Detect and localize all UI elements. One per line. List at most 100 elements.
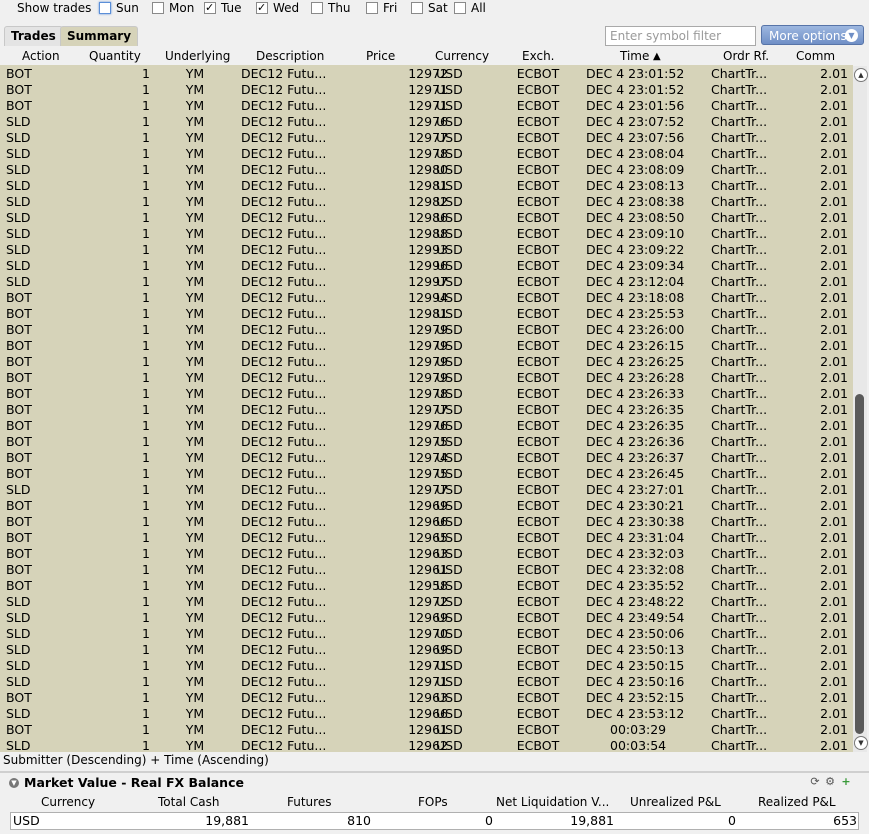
table-row[interactable]: SLD 1 YM DEC12 Futu... 12981 USD ECBOT DEC 4 23… xyxy=(0,178,853,194)
cell-comm: 2.01 xyxy=(820,146,848,161)
mv-cell: 0 xyxy=(728,813,736,828)
refresh-icon[interactable]: ⟳ xyxy=(809,776,821,788)
scroll-down-icon[interactable]: ▼ xyxy=(854,736,868,750)
column-header-currency[interactable]: Currency xyxy=(435,48,489,65)
table-row[interactable]: BOT 1 YM DEC12 Futu... 12979 USD ECBOT DEC 4 23… xyxy=(0,338,853,354)
cell-quantity: 1 xyxy=(142,178,150,193)
column-header-ordr-rf[interactable]: Ordr Rf. xyxy=(723,48,769,65)
table-row[interactable]: SLD 1 YM DEC12 Futu... 12962 USD ECBOT 00:03:54… xyxy=(0,738,853,754)
table-row[interactable]: SLD 1 YM DEC12 Futu... 12982 USD ECBOT DEC 4 23… xyxy=(0,194,853,210)
mv-column-header[interactable]: FOPs xyxy=(418,794,448,811)
mv-column-header[interactable]: Realized P&L xyxy=(758,794,836,811)
cell-underlying: YM xyxy=(185,162,205,177)
vertical-scrollbar[interactable]: ▲ ▼ xyxy=(853,66,868,752)
table-row[interactable]: BOT 1 YM DEC12 Futu... 12976 USD ECBOT DEC 4 23… xyxy=(0,418,853,434)
checkbox-icon[interactable] xyxy=(366,2,378,14)
mv-column-header[interactable]: Net Liquidation V... xyxy=(496,794,609,811)
table-row[interactable]: SLD 1 YM DEC12 Futu... 12997 USD ECBOT DEC 4 23… xyxy=(0,274,853,290)
table-row[interactable]: SLD 1 YM DEC12 Futu... 12970 USD ECBOT DEC 4 23… xyxy=(0,626,853,642)
table-row[interactable]: BOT 1 YM DEC12 Futu... 12994 USD ECBOT DEC 4 23… xyxy=(0,290,853,306)
table-row[interactable]: BOT 1 YM DEC12 Futu... 12963 USD ECBOT DEC 4 23… xyxy=(0,546,853,562)
table-row[interactable]: BOT 1 YM DEC12 Futu... 12977 USD ECBOT DEC 4 23… xyxy=(0,402,853,418)
table-row[interactable]: BOT 1 YM DEC12 Futu... 12975 USD ECBOT DEC 4 23… xyxy=(0,434,853,450)
table-row[interactable]: BOT 1 YM DEC12 Futu... 12981 USD ECBOT DEC 4 23… xyxy=(0,306,853,322)
cell-time: DEC 4 23:27:01 xyxy=(586,482,685,497)
table-row[interactable]: SLD 1 YM DEC12 Futu... 12986 USD ECBOT DEC 4 23… xyxy=(0,210,853,226)
settings-icon[interactable]: ⚙ xyxy=(824,776,836,788)
table-row[interactable]: SLD 1 YM DEC12 Futu... 12988 USD ECBOT DEC 4 23… xyxy=(0,226,853,242)
table-row[interactable]: BOT 1 YM DEC12 Futu... 12975 USD ECBOT DEC 4 23… xyxy=(0,466,853,482)
table-row[interactable]: SLD 1 YM DEC12 Futu... 12969 USD ECBOT DEC 4 23… xyxy=(0,610,853,626)
scroll-up-icon[interactable]: ▲ xyxy=(854,68,868,82)
table-row[interactable]: SLD 1 YM DEC12 Futu... 12971 USD ECBOT DEC 4 23… xyxy=(0,658,853,674)
cell-quantity: 1 xyxy=(142,162,150,177)
cell-ordr-rf: ChartTr... xyxy=(711,210,768,225)
checkbox-icon[interactable] xyxy=(311,2,323,14)
column-header-underlying[interactable]: Underlying xyxy=(165,48,230,65)
cell-quantity: 1 xyxy=(142,658,150,673)
table-row[interactable]: SLD 1 YM DEC12 Futu... 12978 USD ECBOT DEC 4 23… xyxy=(0,146,853,162)
collapse-icon[interactable]: ▼ xyxy=(9,778,19,788)
column-header-price[interactable]: Price xyxy=(366,48,395,65)
cell-action: BOT xyxy=(6,562,32,577)
table-row[interactable]: BOT 1 YM DEC12 Futu... 12971 USD ECBOT DEC 4 23… xyxy=(0,98,853,114)
table-row[interactable]: SLD 1 YM DEC12 Futu... 12977 USD ECBOT DEC 4 23… xyxy=(0,482,853,498)
table-row[interactable]: BOT 1 YM DEC12 Futu... 12974 USD ECBOT DEC 4 23… xyxy=(0,450,853,466)
column-header-description[interactable]: Description xyxy=(256,48,324,65)
mv-column-header[interactable]: Futures xyxy=(287,794,331,811)
table-row[interactable]: SLD 1 YM DEC12 Futu... 12980 USD ECBOT DEC 4 23… xyxy=(0,162,853,178)
column-header-exch[interactable]: Exch. xyxy=(522,48,555,65)
cell-underlying: YM xyxy=(185,626,205,641)
symbol-filter-input[interactable] xyxy=(605,26,756,46)
table-row[interactable]: BOT 1 YM DEC12 Futu... 12978 USD ECBOT DEC 4 23… xyxy=(0,386,853,402)
mv-column-header[interactable]: Total Cash xyxy=(158,794,219,811)
checkbox-icon[interactable] xyxy=(256,0,268,16)
add-icon[interactable]: + xyxy=(840,776,852,788)
table-row[interactable]: BOT 1 YM DEC12 Futu... 12966 USD ECBOT DEC 4 23… xyxy=(0,514,853,530)
table-row[interactable]: BOT 1 YM DEC12 Futu... 12963 USD ECBOT DEC 4 23… xyxy=(0,690,853,706)
table-row[interactable]: SLD 1 YM DEC12 Futu... 12972 USD ECBOT DEC 4 23… xyxy=(0,594,853,610)
table-row[interactable]: BOT 1 YM DEC12 Futu... 12969 USD ECBOT DEC 4 23… xyxy=(0,498,853,514)
mv-column-header[interactable]: Currency xyxy=(41,794,95,811)
table-row[interactable]: SLD 1 YM DEC12 Futu... 12977 USD ECBOT DEC 4 23… xyxy=(0,130,853,146)
market-value-row[interactable]: USD 19,881 810 0 19,881 0 653 xyxy=(10,812,859,830)
cell-ordr-rf: ChartTr... xyxy=(711,370,768,385)
checkbox-icon[interactable] xyxy=(454,2,466,14)
column-header-comm[interactable]: Comm xyxy=(796,48,835,65)
column-header-quantity[interactable]: Quantity xyxy=(89,48,141,65)
cell-quantity: 1 xyxy=(142,258,150,273)
tab-summary[interactable]: Summary xyxy=(60,26,139,46)
table-row[interactable]: SLD 1 YM DEC12 Futu... 12966 USD ECBOT DEC 4 23… xyxy=(0,706,853,722)
table-row[interactable]: BOT 1 YM DEC12 Futu... 12961 USD ECBOT 00:03:29… xyxy=(0,722,853,738)
table-row[interactable]: BOT 1 YM DEC12 Futu... 12979 USD ECBOT DEC 4 23… xyxy=(0,354,853,370)
cell-action: BOT xyxy=(6,530,32,545)
cell-comm: 2.01 xyxy=(820,482,848,497)
table-row[interactable]: SLD 1 YM DEC12 Futu... 12996 USD ECBOT DEC 4 23… xyxy=(0,258,853,274)
table-row[interactable]: BOT 1 YM DEC12 Futu... 12961 USD ECBOT DEC 4 23… xyxy=(0,562,853,578)
cell-description: DEC12 Futu... xyxy=(241,642,327,657)
table-row[interactable]: BOT 1 YM DEC12 Futu... 12979 USD ECBOT DEC 4 23… xyxy=(0,370,853,386)
table-row[interactable]: SLD 1 YM DEC12 Futu... 12971 USD ECBOT DEC 4 23… xyxy=(0,674,853,690)
checkbox-icon[interactable] xyxy=(152,2,164,14)
table-row[interactable]: SLD 1 YM DEC12 Futu... 12969 USD ECBOT DEC 4 23… xyxy=(0,642,853,658)
table-row[interactable]: BOT 1 YM DEC12 Futu... 12971 USD ECBOT DEC 4 23… xyxy=(0,82,853,98)
cell-exch: ECBOT xyxy=(516,194,560,209)
table-row[interactable]: BOT 1 YM DEC12 Futu... 12958 USD ECBOT DEC 4 23… xyxy=(0,578,853,594)
table-row[interactable]: BOT 1 YM DEC12 Futu... 12972 USD ECBOT DEC 4 23… xyxy=(0,66,853,82)
tab-trades[interactable]: Trades xyxy=(4,26,63,46)
cell-comm: 2.01 xyxy=(820,738,848,753)
checkbox-icon[interactable] xyxy=(99,2,111,14)
checkbox-icon[interactable] xyxy=(411,2,423,14)
mv-cell: 810 xyxy=(347,813,371,828)
table-row[interactable]: SLD 1 YM DEC12 Futu... 12976 USD ECBOT DEC 4 23… xyxy=(0,114,853,130)
table-row[interactable]: BOT 1 YM DEC12 Futu... 12979 USD ECBOT DEC 4 23… xyxy=(0,322,853,338)
mv-column-header[interactable]: Unrealized P&L xyxy=(630,794,721,811)
column-header-time[interactable]: Time xyxy=(620,48,649,65)
more-options-button[interactable]: More options ▼ xyxy=(761,25,864,45)
scroll-thumb[interactable] xyxy=(855,394,864,734)
panel-divider[interactable] xyxy=(0,771,869,773)
table-row[interactable]: BOT 1 YM DEC12 Futu... 12965 USD ECBOT DEC 4 23… xyxy=(0,530,853,546)
checkbox-icon[interactable] xyxy=(204,0,216,16)
column-header-action[interactable]: Action xyxy=(22,48,60,65)
table-row[interactable]: SLD 1 YM DEC12 Futu... 12993 USD ECBOT DEC 4 23… xyxy=(0,242,853,258)
